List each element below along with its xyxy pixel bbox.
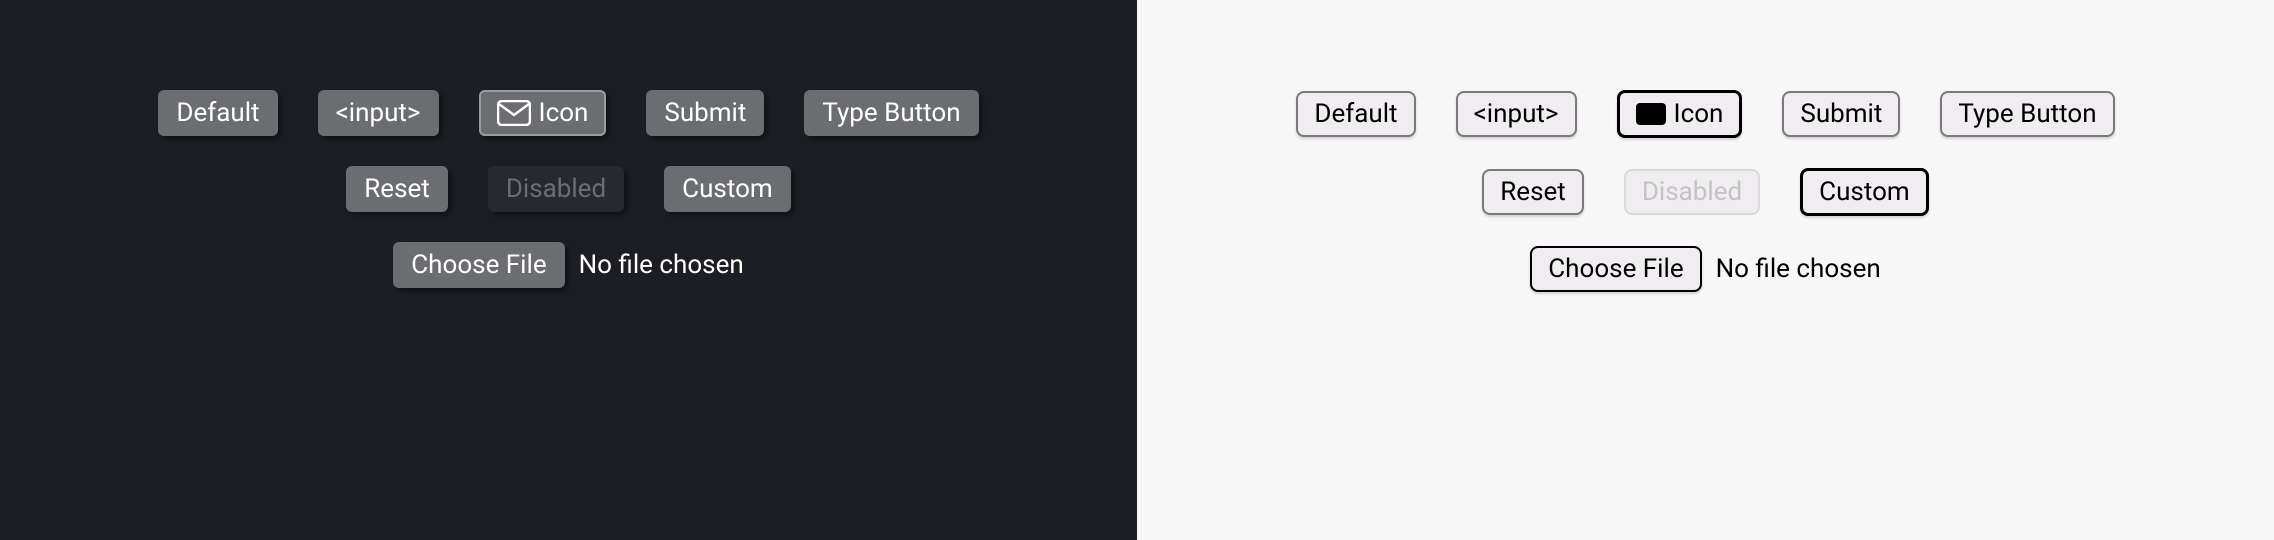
custom-button[interactable]: Custom [664, 166, 791, 212]
reset-button[interactable]: Reset [346, 166, 448, 212]
custom-button[interactable]: Custom [1800, 168, 1929, 216]
icon-button-label: Icon [539, 98, 589, 128]
disabled-button: Disabled [488, 166, 624, 212]
type-button[interactable]: Type Button [804, 90, 978, 136]
disabled-button: Disabled [1624, 169, 1760, 215]
dark-theme-panel: Default <input> Icon Submit Type Button … [0, 0, 1137, 540]
file-status-text: No file chosen [1716, 254, 1881, 284]
submit-button[interactable]: Submit [1782, 91, 1900, 137]
type-button[interactable]: Type Button [1940, 91, 2114, 137]
reset-button[interactable]: Reset [1482, 169, 1584, 215]
button-row-3: Choose File No file chosen [393, 242, 743, 288]
button-row-2: Reset Disabled Custom [1482, 168, 1928, 216]
default-button[interactable]: Default [1296, 91, 1415, 137]
button-row-1: Default <input> Icon Submit Type Button [1296, 90, 2114, 138]
file-input-row: Choose File No file chosen [393, 242, 743, 288]
default-button[interactable]: Default [158, 90, 277, 136]
submit-button[interactable]: Submit [646, 90, 764, 136]
choose-file-button[interactable]: Choose File [1530, 246, 1701, 292]
light-theme-panel: Default <input> Icon Submit Type Button … [1137, 0, 2274, 540]
mail-icon [497, 100, 531, 126]
button-row-2: Reset Disabled Custom [346, 166, 790, 212]
rectangle-icon [1636, 103, 1666, 125]
file-input-row: Choose File No file chosen [1530, 246, 1880, 292]
button-row-3: Choose File No file chosen [1530, 246, 1880, 292]
icon-button[interactable]: Icon [479, 90, 607, 136]
button-row-1: Default <input> Icon Submit Type Button [158, 90, 978, 136]
input-button[interactable]: <input> [318, 90, 439, 136]
icon-button[interactable]: Icon [1617, 90, 1743, 138]
icon-button-label: Icon [1674, 99, 1724, 129]
choose-file-button[interactable]: Choose File [393, 242, 564, 288]
file-status-text: No file chosen [579, 250, 744, 280]
input-button[interactable]: <input> [1456, 91, 1577, 137]
